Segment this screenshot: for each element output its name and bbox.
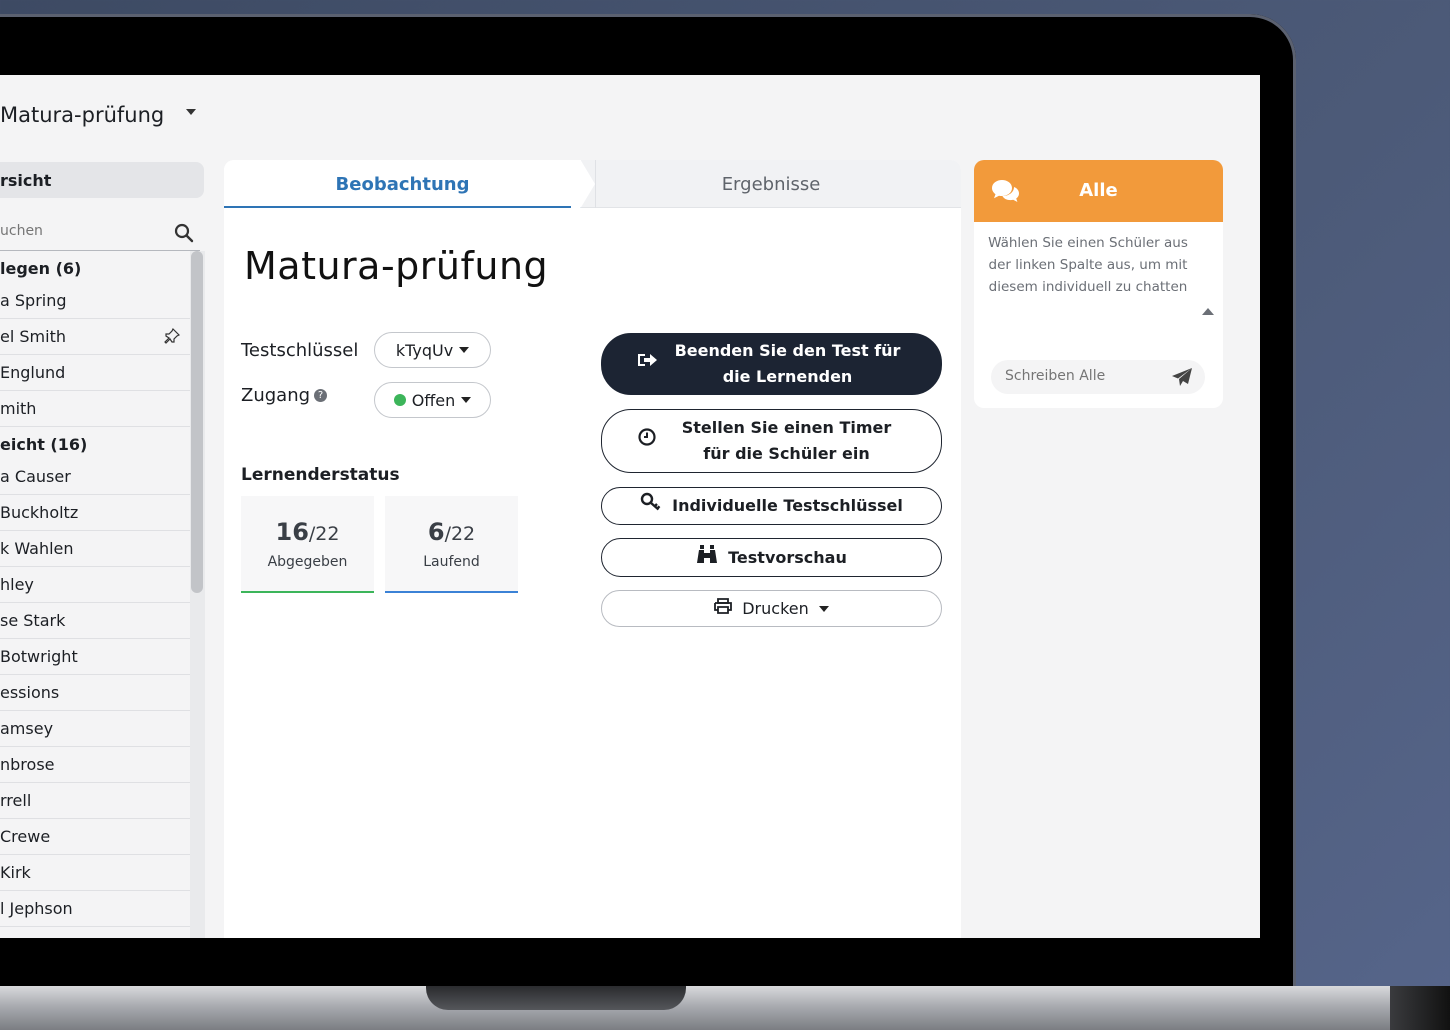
student-search-input[interactable] xyxy=(0,217,160,245)
student-list-item[interactable]: Buckholtz xyxy=(0,495,190,531)
student-list-item[interactable]: a Spring xyxy=(0,283,190,319)
student-list-item[interactable]: Kirk xyxy=(0,855,190,891)
chat-title: Alle xyxy=(1079,180,1118,201)
student-name: essions xyxy=(0,683,60,702)
chevron-down-icon xyxy=(459,347,470,353)
student-name: mith xyxy=(0,399,37,418)
test-preview-button[interactable]: Testvorschau xyxy=(601,538,942,577)
chat-header[interactable]: Alle xyxy=(974,160,1223,222)
main-panel: Ergebnisse Beobachtung Matura-prüfung Te… xyxy=(224,160,961,938)
student-list-item[interactable]: essions xyxy=(0,675,190,711)
individual-keys-button[interactable]: Individuelle Testschlüssel xyxy=(601,487,942,525)
tab-beobachtung[interactable]: Beobachtung xyxy=(224,160,581,208)
student-list-item[interactable]: Crewe xyxy=(0,819,190,855)
student-name: Buckholtz xyxy=(0,503,79,522)
test-key-dropdown[interactable]: kTyqUv xyxy=(374,332,491,368)
pin-icon[interactable] xyxy=(164,327,181,348)
laptop-base-end xyxy=(1390,986,1450,1030)
binoculars-icon xyxy=(696,544,718,572)
chat-message-input[interactable] xyxy=(991,360,1161,392)
test-key-label: Testschlüssel xyxy=(241,340,359,361)
student-list-item[interactable]: hley xyxy=(0,567,190,603)
student-list-scroll-thumb[interactable] xyxy=(191,251,203,593)
chevron-down-icon xyxy=(461,397,472,403)
set-timer-button[interactable]: Stellen Sie einen Timer für die Schüler … xyxy=(601,409,942,473)
sign-out-icon xyxy=(636,351,658,377)
stat-submitted-value: 16/22 xyxy=(275,518,340,546)
app-screen: Matura-prüfung rsicht legen (6) a Spring e… xyxy=(0,75,1260,938)
student-list-item[interactable]: Englund xyxy=(0,355,190,391)
student-name: nbrose xyxy=(0,755,55,774)
help-icon[interactable]: ? xyxy=(314,389,328,402)
paper-plane-icon[interactable] xyxy=(1171,367,1193,391)
stat-submitted[interactable]: 16/22 Abgegeben xyxy=(241,496,374,593)
chevron-down-icon xyxy=(818,605,829,612)
student-list-item[interactable]: el Smith xyxy=(0,319,190,355)
student-list-item[interactable]: amsey xyxy=(0,711,190,747)
student-name: eicht (16) xyxy=(0,435,88,454)
tab-ergebnisse[interactable]: Ergebnisse xyxy=(581,160,961,208)
tab-bar: Ergebnisse Beobachtung xyxy=(224,160,961,208)
student-list-item[interactable]: nbrose xyxy=(0,747,190,783)
stat-in-progress[interactable]: 6/22 Laufend xyxy=(385,496,518,593)
student-list-item[interactable]: k Wahlen xyxy=(0,531,190,567)
access-value: Offen xyxy=(411,390,456,410)
student-group-header[interactable]: legen (6) xyxy=(0,251,190,283)
student-group-header[interactable]: eicht (16) xyxy=(0,427,190,459)
student-name: legen (6) xyxy=(0,259,82,278)
student-list-item[interactable]: se Stark xyxy=(0,603,190,639)
student-name: amsey xyxy=(0,719,54,738)
student-list-item[interactable]: Botwright xyxy=(0,639,190,675)
chat-input-wrapper xyxy=(991,360,1205,394)
chat-info-text: Wählen Sie einen Schüler aus der linken … xyxy=(988,235,1188,295)
student-name: Crewe xyxy=(0,827,51,846)
student-name: hley xyxy=(0,575,34,594)
exam-selector-title[interactable]: Matura-prüfung xyxy=(0,103,164,127)
student-list: legen (6) a Spring el Smith Englund mith eich… xyxy=(0,251,190,938)
access-label-text: Zugang xyxy=(241,385,311,406)
chat-panel: Alle Wählen Sie einen Schüler aus der li… xyxy=(974,160,1223,408)
chevron-up-icon[interactable] xyxy=(1202,308,1214,315)
student-name: l Jephson xyxy=(0,899,73,918)
student-name: a Spring xyxy=(0,291,67,310)
end-test-button[interactable]: Beenden Sie den Test für die Lernenden xyxy=(601,333,942,395)
student-name: el Smith xyxy=(0,327,66,346)
access-dropdown[interactable]: Offen xyxy=(374,382,491,418)
student-name: k Wahlen xyxy=(0,539,74,558)
student-name: rrell xyxy=(0,791,32,810)
stat-in-progress-label: Laufend xyxy=(423,554,480,570)
sidebar-overview-header[interactable]: rsicht xyxy=(0,162,204,198)
laptop-notch xyxy=(426,986,686,1010)
stat-in-progress-value: 6/22 xyxy=(427,518,476,546)
student-name: a Causer xyxy=(0,467,71,486)
status-open-dot-icon xyxy=(393,394,406,406)
sidebar-search xyxy=(0,217,200,251)
laptop-base xyxy=(0,986,1450,1030)
page-title: Matura-prüfung xyxy=(244,244,549,288)
search-icon[interactable] xyxy=(174,223,194,247)
access-label: Zugang? xyxy=(241,385,328,406)
student-list-item[interactable]: a Causer xyxy=(0,459,190,495)
sidebar: rsicht legen (6) a Spring el Smith Englund m… xyxy=(0,162,205,938)
student-name: se Stark xyxy=(0,611,66,630)
test-key-value: kTyqUv xyxy=(395,340,454,360)
learner-status-heading: Lernenderstatus xyxy=(241,465,400,485)
print-dropdown-button[interactable]: Drucken xyxy=(601,590,942,627)
clock-icon xyxy=(637,427,657,455)
student-list-item[interactable]: rrell xyxy=(0,783,190,819)
student-list-item[interactable]: mith xyxy=(0,391,190,427)
student-name: Kirk xyxy=(0,863,31,882)
student-list-item[interactable]: l Jephson xyxy=(0,891,190,927)
exam-selector-caret-icon[interactable] xyxy=(186,109,196,115)
student-name: Botwright xyxy=(0,647,78,666)
printer-icon xyxy=(714,596,733,622)
student-name: Englund xyxy=(0,363,66,382)
stat-submitted-label: Abgegeben xyxy=(267,554,348,570)
key-icon xyxy=(640,492,662,520)
